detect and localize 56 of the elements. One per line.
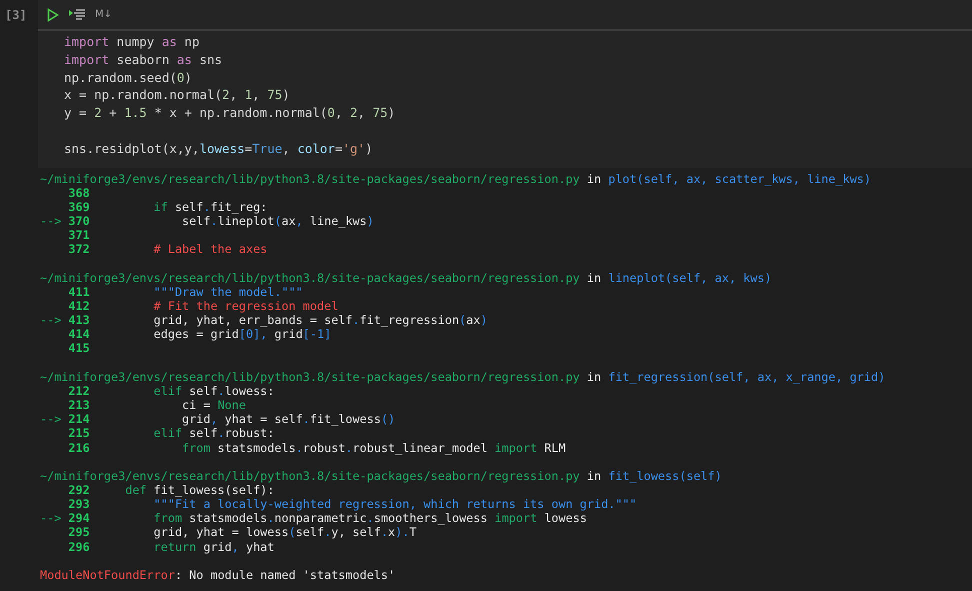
- code-line: grid, yhat, err_bands = self.fit_regression(ax): [152, 313, 488, 328]
- line-number: 296: [68, 540, 91, 554]
- code-line: def fit_lowess(self):: [124, 482, 274, 497]
- code-line: from statsmodels.nonparametric.smoothers_lowess import lowess: [152, 511, 587, 526]
- error-arrow: -->: [40, 313, 62, 328]
- line-number: 213: [68, 398, 91, 412]
- code-line: sns.residplot(x,y,lowess=True, color='g'): [64, 140, 374, 158]
- code-line: return grid, yhat: [152, 540, 274, 554]
- code-line: ci = None: [181, 398, 246, 412]
- code-line: edges = grid[0], grid[-1]: [152, 327, 332, 342]
- markdown-toggle[interactable]: M↓: [95, 9, 112, 20]
- code-line: grid, yhat = self.fit_lowess(): [181, 412, 396, 426]
- code-line: """Draw the model.""": [152, 284, 303, 299]
- code-line: # Label the axes: [152, 242, 268, 256]
- line-number: 292: [68, 482, 91, 498]
- code-line: self.lineplot(ax, line_kws): [181, 214, 374, 228]
- line-number: 216: [68, 440, 91, 455]
- code-line: """Fit a locally-weighted regression, which returns its own grid.""": [152, 497, 637, 512]
- line-number: 294: [68, 511, 91, 526]
- line-number: 214: [68, 412, 91, 426]
- line-number: 413: [68, 313, 91, 328]
- code-line: from statsmodels.robust.robust_linear_model import RLM: [181, 440, 566, 455]
- line-number: 412: [68, 298, 91, 314]
- line-number: 370: [68, 214, 91, 228]
- code-line: np.random.seed(0): [64, 68, 193, 86]
- line-number: 369: [68, 200, 91, 214]
- traceback-header: ~/miniforge3/envs/research/lib/python3.8/site-packages/seaborn/regression.py in fit_regression(self, ax, x_range, grid): [40, 370, 886, 384]
- code-line: x = np.random.normal(2, 1, 75): [64, 86, 291, 104]
- traceback-header: ~/miniforge3/envs/research/lib/python3.8/site-packages/seaborn/regression.py in fit_lowess(self): [40, 468, 723, 483]
- line-number: 368: [68, 186, 91, 200]
- traceback-header: ~/miniforge3/envs/research/lib/python3.8/site-packages/seaborn/regression.py in lineplot(self, ax, kws): [40, 270, 773, 285]
- line-number: 415: [68, 341, 91, 356]
- line-number: 212: [68, 384, 91, 398]
- error-arrow: -->: [40, 511, 62, 526]
- code-line: if self.fit_reg:: [152, 200, 268, 214]
- code-line: import seaborn as sns: [64, 50, 224, 69]
- line-number: 414: [68, 327, 91, 342]
- execution-count: [3]: [4, 8, 27, 22]
- code-line: elif self.lowess:: [152, 384, 274, 398]
- error-message: ModuleNotFoundError: No module named 'statsmodels': [40, 568, 396, 582]
- line-number: 371: [68, 228, 91, 242]
- code-line: # Fit the regression model: [152, 298, 338, 313]
- line-number: 372: [68, 242, 91, 257]
- run-icon[interactable]: [47, 8, 59, 22]
- traceback-header: ~/miniforge3/envs/research/lib/python3.8/site-packages/seaborn/regression.py in plot(self, ax, scatter_kws, line_kws): [40, 172, 872, 186]
- code-line: y = 2 + 1.5 * x + np.random.normal(0, 2, 75): [64, 104, 396, 122]
- code-line: elif self.robust:: [152, 426, 274, 440]
- line-number: 293: [68, 497, 91, 512]
- code-line: import numpy as np: [64, 33, 200, 51]
- error-arrow: -->: [40, 412, 62, 426]
- error-arrow: -->: [40, 214, 62, 228]
- line-number: 295: [68, 525, 91, 540]
- line-number: 411: [68, 284, 91, 299]
- code-line: grid, yhat = lowess(self.y, self.x).T: [152, 525, 416, 540]
- run-by-line-icon[interactable]: [68, 8, 86, 22]
- line-number: 215: [68, 426, 91, 441]
